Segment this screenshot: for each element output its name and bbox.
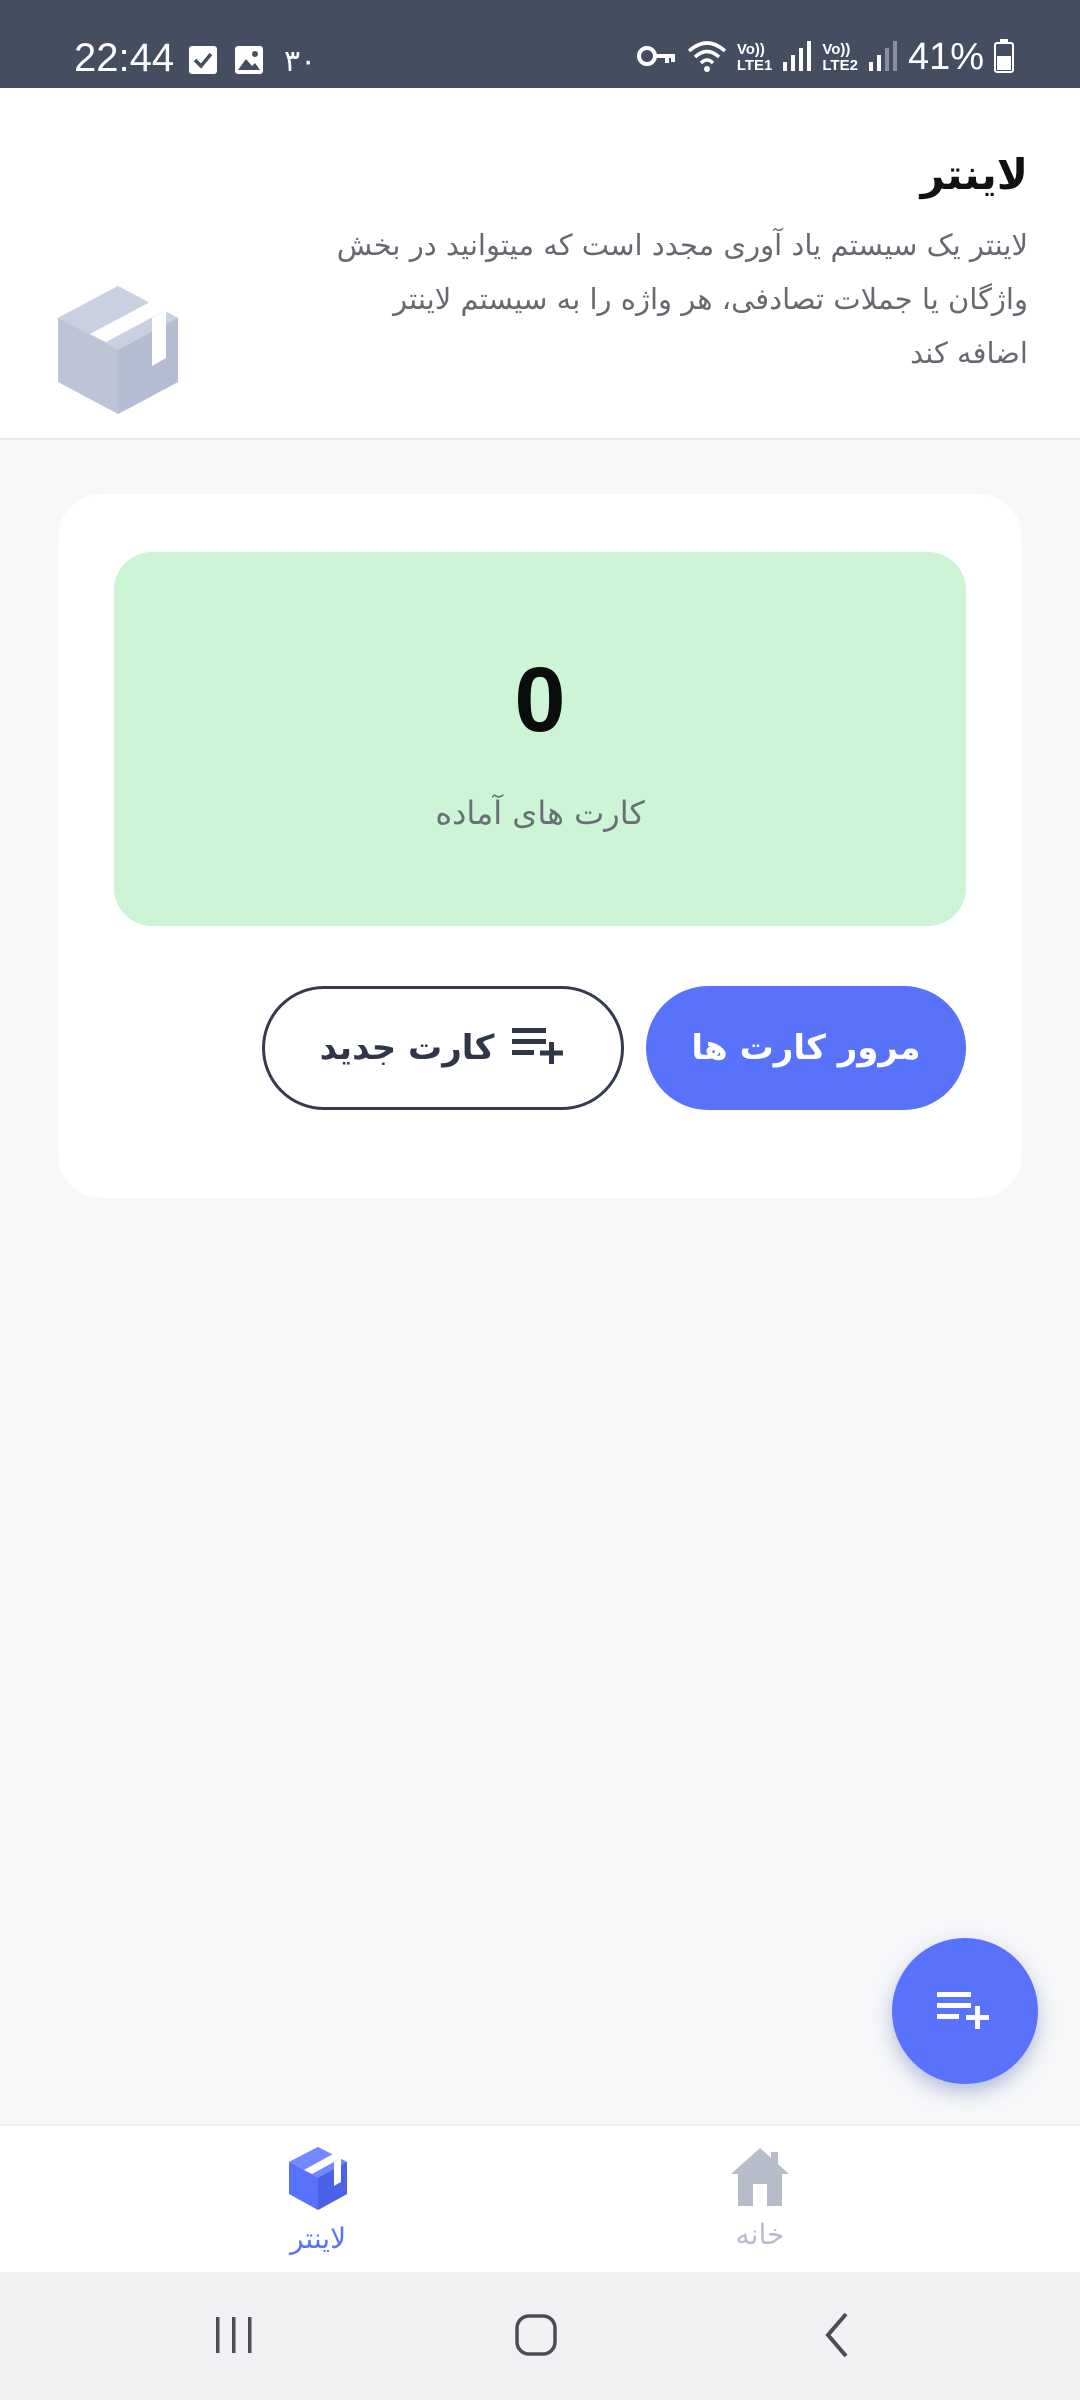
new-card-label: کارت جدید [319, 1028, 495, 1068]
leitner-card: 0 کارت های آماده مرور کارت ها کارت جدید [58, 494, 1022, 1198]
bottom-navigation: لاینتر خانه [0, 2124, 1080, 2274]
notification-icons: ۳۰ [188, 44, 316, 79]
image-icon [234, 45, 264, 79]
back-button[interactable] [798, 2302, 878, 2372]
box-icon [287, 2146, 349, 2216]
ready-cards-count: 0 [514, 649, 566, 751]
box-icon [54, 284, 182, 416]
nav-label-leitner: لاینتر [289, 2222, 347, 2255]
review-cards-button[interactable]: مرور کارت ها [646, 986, 966, 1110]
home-circle-icon [513, 2312, 559, 2362]
recent-apps-icon [212, 2313, 256, 2361]
recent-apps-button[interactable] [194, 2302, 274, 2372]
signal-icon [868, 40, 898, 76]
system-navigation-bar [0, 2272, 1080, 2400]
playlist-add-icon [512, 1024, 566, 1073]
wifi-icon [687, 39, 727, 77]
nav-item-leitner[interactable]: لاینتر [218, 2146, 418, 2255]
home-button[interactable] [496, 2302, 576, 2372]
key-icon [636, 43, 677, 73]
page-title: لاینتر [920, 150, 1028, 199]
nav-label-home: خانه [735, 2218, 785, 2251]
back-chevron-icon [818, 2310, 858, 2364]
lte2-indicator: Vo)) LTE2 [822, 40, 858, 74]
page-description: لاینتر یک سیستم یاد آوری مجدد است که میت… [336, 228, 1028, 370]
home-icon [729, 2146, 791, 2212]
checkbox-icon [188, 45, 218, 79]
nav-item-home[interactable]: خانه [660, 2146, 860, 2251]
review-cards-label: مرور کارت ها [691, 1028, 921, 1068]
status-bar: 22:44 ۳۰ Vo)) LTE1 Vo)) LTE2 41% [0, 0, 1080, 88]
ready-cards-label: کارت های آماده [435, 794, 645, 832]
notification-badge: ۳۰ [284, 44, 317, 79]
signal-icon [782, 40, 812, 76]
battery-icon [994, 38, 1014, 77]
page-header: لاینتر لاینتر یک سیستم یاد آوری مجدد است… [0, 88, 1080, 440]
playlist-add-icon [937, 1988, 993, 2034]
new-card-button[interactable]: کارت جدید [262, 986, 624, 1110]
ready-cards-panel: 0 کارت های آماده [114, 552, 966, 926]
add-card-fab[interactable] [892, 1938, 1038, 2084]
system-indicators: Vo)) LTE1 Vo)) LTE2 41% [636, 36, 1014, 79]
lte1-indicator: Vo)) LTE1 [736, 40, 773, 74]
status-time: 22:44 [74, 36, 175, 80]
battery-percent: 41% [907, 36, 984, 78]
